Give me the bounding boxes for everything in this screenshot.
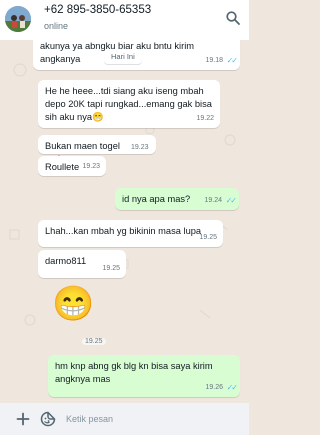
message-incoming[interactable]: He he heee...tdi siang aku iseng mbah de… xyxy=(38,80,220,128)
message-incoming[interactable]: Roullete 19.23 xyxy=(38,156,106,176)
chat-screen: +62 895-3850-65353 online akunya ya abng… xyxy=(0,0,249,435)
message-time: 19.24 xyxy=(204,197,222,204)
message-time: 19.22 xyxy=(196,115,214,122)
search-icon xyxy=(226,11,240,25)
message-time: 19.23 xyxy=(131,144,149,151)
search-button[interactable] xyxy=(225,10,241,26)
avatar[interactable] xyxy=(5,6,31,32)
emoji-message[interactable]: 😁 19.25 xyxy=(38,280,108,348)
message-text: darmo811 xyxy=(45,256,87,266)
message-text: Lhah...kan mbah yg bikinin masa lupa xyxy=(45,226,202,236)
message-time: 19.25 xyxy=(102,265,120,272)
message-time: 19.26 xyxy=(205,384,223,391)
chat-header: +62 895-3850-65353 online xyxy=(0,0,249,40)
message-time: 19.18 xyxy=(205,57,223,64)
attach-button[interactable] xyxy=(14,410,32,428)
message-list[interactable]: akunya ya abngku biar aku bntu kirim ang… xyxy=(0,40,249,403)
message-time: 19.23 xyxy=(82,163,100,170)
message-incoming[interactable]: darmo811 19.25 xyxy=(38,250,126,278)
message-text: hm knp abng gk blg kn bisa saya kirim an… xyxy=(55,361,213,384)
sticker-icon xyxy=(40,411,56,427)
message-time: 19.25 xyxy=(82,338,106,345)
read-receipt-icon: ✓✓ xyxy=(225,196,237,205)
contact-status: online xyxy=(44,21,69,31)
message-outgoing[interactable]: id nya apa mas? 19.24 ✓✓ xyxy=(115,188,239,210)
sticker-button[interactable] xyxy=(39,410,57,428)
message-text: Roullete xyxy=(45,162,80,172)
contact-name[interactable]: +62 895-3850-65353 xyxy=(44,4,151,16)
read-receipt-icon: ✓✓ xyxy=(226,56,238,65)
day-separator: Hari Ini xyxy=(104,50,142,64)
composer-bar xyxy=(0,403,249,435)
emoji-grin: 😁 xyxy=(52,285,95,323)
message-text: He he heee...tdi siang aku iseng mbah de… xyxy=(45,86,212,122)
message-text: id nya apa mas? xyxy=(122,194,191,204)
message-input[interactable] xyxy=(60,407,240,431)
message-time: 19.25 xyxy=(199,234,217,241)
plus-icon xyxy=(16,412,30,426)
message-outgoing[interactable]: hm knp abng gk blg kn bisa saya kirim an… xyxy=(48,355,240,397)
message-incoming[interactable]: Lhah...kan mbah yg bikinin masa lupa 19.… xyxy=(38,220,223,247)
read-receipt-icon: ✓✓ xyxy=(226,383,238,392)
